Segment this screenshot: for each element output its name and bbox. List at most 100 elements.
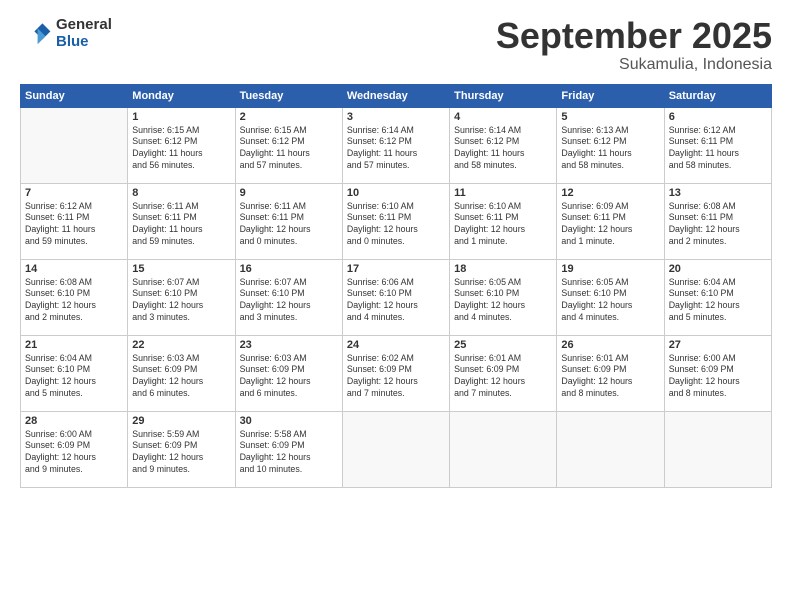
- subtitle: Sukamulia, Indonesia: [496, 56, 772, 74]
- calendar-cell: 27 Sunrise: 6:00 AMSunset: 6:09 PMDayligh…: [664, 335, 771, 411]
- day-number: 18: [454, 263, 552, 275]
- calendar-cell: 18 Sunrise: 6:05 AMSunset: 6:10 PMDayligh…: [450, 259, 557, 335]
- calendar-cell: 4Sunrise: 6:14 AMSunset: 6:12 PMDaylight…: [450, 107, 557, 183]
- calendar-cell: [664, 411, 771, 487]
- day-number: 1: [132, 111, 230, 123]
- page: General Blue September 2025 Sukamulia, I…: [0, 0, 792, 612]
- calendar-cell: [557, 411, 664, 487]
- day-number: 20: [669, 263, 767, 275]
- day-number: 25: [454, 339, 552, 351]
- header-cell-sunday: Sunday: [21, 84, 128, 107]
- calendar-cell: 1 Sunrise: 6:15 AMSunset: 6:12 PMDaylight…: [128, 107, 235, 183]
- day-number: 15: [132, 263, 230, 275]
- calendar-cell: 28Sunrise: 6:00 AMSunset: 6:09 PMDayligh…: [21, 411, 128, 487]
- day-number: 24: [347, 339, 445, 351]
- cell-info: Sunrise: 6:01 AMSunset: 6:09 PMDaylight:…: [454, 353, 552, 401]
- calendar-cell: [342, 411, 449, 487]
- calendar-cell: 29 Sunrise: 5:59 AMSunset: 6:09 PMDayligh…: [128, 411, 235, 487]
- day-number: 13: [669, 187, 767, 199]
- cell-info: Sunrise: 6:07 AMSunset: 6:10 PMDaylight:…: [240, 277, 338, 325]
- cell-info: Sunrise: 6:11 AMSunset: 6:11 PMDaylight:…: [132, 201, 230, 249]
- logo-icon: [20, 17, 52, 49]
- day-number: 21: [25, 339, 123, 351]
- calendar-cell: 7Sunrise: 6:12 AMSunset: 6:11 PMDaylight…: [21, 183, 128, 259]
- day-number: 17: [347, 263, 445, 275]
- cell-info: Sunrise: 6:12 AMSunset: 6:11 PMDaylight:…: [669, 125, 767, 173]
- cell-info: Sunrise: 6:03 AMSunset: 6:09 PMDaylight:…: [240, 353, 338, 401]
- calendar-cell: 11 Sunrise: 6:10 AMSunset: 6:11 PMDayligh…: [450, 183, 557, 259]
- day-number: 12: [561, 187, 659, 199]
- cell-info: Sunrise: 6:05 AMSunset: 6:10 PMDaylight:…: [561, 277, 659, 325]
- header-cell-friday: Friday: [557, 84, 664, 107]
- cell-info: Sunrise: 5:59 AMSunset: 6:09 PMDaylight:…: [132, 429, 230, 477]
- calendar-cell: [21, 107, 128, 183]
- day-number: 29: [132, 415, 230, 427]
- cell-info: Sunrise: 6:00 AMSunset: 6:09 PMDaylight:…: [669, 353, 767, 401]
- day-number: 14: [25, 263, 123, 275]
- day-number: 11: [454, 187, 552, 199]
- week-row-2: 14 Sunrise: 6:08 AMSunset: 6:10 PMDayligh…: [21, 259, 772, 335]
- cell-info: Sunrise: 6:02 AMSunset: 6:09 PMDaylight:…: [347, 353, 445, 401]
- week-row-0: 1 Sunrise: 6:15 AMSunset: 6:12 PMDaylight…: [21, 107, 772, 183]
- day-number: 19: [561, 263, 659, 275]
- calendar-cell: 30Sunrise: 5:58 AMSunset: 6:09 PMDayligh…: [235, 411, 342, 487]
- calendar-cell: 6 Sunrise: 6:12 AMSunset: 6:11 PMDaylight…: [664, 107, 771, 183]
- day-number: 7: [25, 187, 123, 199]
- cell-info: Sunrise: 6:04 AMSunset: 6:10 PMDaylight:…: [669, 277, 767, 325]
- header: General Blue September 2025 Sukamulia, I…: [20, 16, 772, 74]
- calendar-cell: 21 Sunrise: 6:04 AMSunset: 6:10 PMDayligh…: [21, 335, 128, 411]
- day-number: 16: [240, 263, 338, 275]
- day-number: 28: [25, 415, 123, 427]
- calendar-cell: [450, 411, 557, 487]
- cell-info: Sunrise: 6:05 AMSunset: 6:10 PMDaylight:…: [454, 277, 552, 325]
- month-title: September 2025: [496, 16, 772, 56]
- calendar-cell: 16 Sunrise: 6:07 AMSunset: 6:10 PMDayligh…: [235, 259, 342, 335]
- day-number: 6: [669, 111, 767, 123]
- cell-info: Sunrise: 6:15 AMSunset: 6:12 PMDaylight:…: [132, 125, 230, 173]
- cell-info: Sunrise: 6:11 AMSunset: 6:11 PMDaylight:…: [240, 201, 338, 249]
- cell-info: Sunrise: 6:01 AMSunset: 6:09 PMDaylight:…: [561, 353, 659, 401]
- day-number: 30: [240, 415, 338, 427]
- calendar-cell: 23 Sunrise: 6:03 AMSunset: 6:09 PMDayligh…: [235, 335, 342, 411]
- header-cell-monday: Monday: [128, 84, 235, 107]
- day-number: 4: [454, 111, 552, 123]
- day-number: 23: [240, 339, 338, 351]
- calendar-cell: 25 Sunrise: 6:01 AMSunset: 6:09 PMDayligh…: [450, 335, 557, 411]
- cell-info: Sunrise: 6:04 AMSunset: 6:10 PMDaylight:…: [25, 353, 123, 401]
- header-row: SundayMondayTuesdayWednesdayThursdayFrid…: [21, 84, 772, 107]
- cell-info: Sunrise: 6:06 AMSunset: 6:10 PMDaylight:…: [347, 277, 445, 325]
- calendar-cell: 10Sunrise: 6:10 AMSunset: 6:11 PMDayligh…: [342, 183, 449, 259]
- calendar-cell: 17 Sunrise: 6:06 AMSunset: 6:10 PMDayligh…: [342, 259, 449, 335]
- calendar-cell: 19 Sunrise: 6:05 AMSunset: 6:10 PMDayligh…: [557, 259, 664, 335]
- calendar-cell: 2Sunrise: 6:15 AMSunset: 6:12 PMDaylight…: [235, 107, 342, 183]
- cell-info: Sunrise: 6:14 AMSunset: 6:12 PMDaylight:…: [347, 125, 445, 173]
- day-number: 10: [347, 187, 445, 199]
- title-area: September 2025 Sukamulia, Indonesia: [496, 16, 772, 74]
- week-row-4: 28Sunrise: 6:00 AMSunset: 6:09 PMDayligh…: [21, 411, 772, 487]
- day-number: 9: [240, 187, 338, 199]
- calendar-table: SundayMondayTuesdayWednesdayThursdayFrid…: [20, 84, 772, 488]
- calendar-cell: 12 Sunrise: 6:09 AMSunset: 6:11 PMDayligh…: [557, 183, 664, 259]
- calendar-cell: 24 Sunrise: 6:02 AMSunset: 6:09 PMDayligh…: [342, 335, 449, 411]
- cell-info: Sunrise: 6:03 AMSunset: 6:09 PMDaylight:…: [132, 353, 230, 401]
- day-number: 26: [561, 339, 659, 351]
- week-row-1: 7Sunrise: 6:12 AMSunset: 6:11 PMDaylight…: [21, 183, 772, 259]
- calendar-cell: 5Sunrise: 6:13 AMSunset: 6:12 PMDaylight…: [557, 107, 664, 183]
- cell-info: Sunrise: 6:10 AMSunset: 6:11 PMDaylight:…: [454, 201, 552, 249]
- logo: General Blue: [20, 16, 112, 50]
- cell-info: Sunrise: 6:08 AMSunset: 6:11 PMDaylight:…: [669, 201, 767, 249]
- day-number: 22: [132, 339, 230, 351]
- cell-info: Sunrise: 6:08 AMSunset: 6:10 PMDaylight:…: [25, 277, 123, 325]
- cell-info: Sunrise: 6:09 AMSunset: 6:11 PMDaylight:…: [561, 201, 659, 249]
- day-number: 27: [669, 339, 767, 351]
- header-cell-saturday: Saturday: [664, 84, 771, 107]
- day-number: 2: [240, 111, 338, 123]
- calendar-cell: 3Sunrise: 6:14 AMSunset: 6:12 PMDaylight…: [342, 107, 449, 183]
- calendar-cell: 13 Sunrise: 6:08 AMSunset: 6:11 PMDayligh…: [664, 183, 771, 259]
- calendar-cell: 26 Sunrise: 6:01 AMSunset: 6:09 PMDayligh…: [557, 335, 664, 411]
- calendar-cell: 15 Sunrise: 6:07 AMSunset: 6:10 PMDayligh…: [128, 259, 235, 335]
- cell-info: Sunrise: 6:07 AMSunset: 6:10 PMDaylight:…: [132, 277, 230, 325]
- calendar-cell: 9 Sunrise: 6:11 AMSunset: 6:11 PMDaylight…: [235, 183, 342, 259]
- week-row-3: 21 Sunrise: 6:04 AMSunset: 6:10 PMDayligh…: [21, 335, 772, 411]
- calendar-cell: 20 Sunrise: 6:04 AMSunset: 6:10 PMDayligh…: [664, 259, 771, 335]
